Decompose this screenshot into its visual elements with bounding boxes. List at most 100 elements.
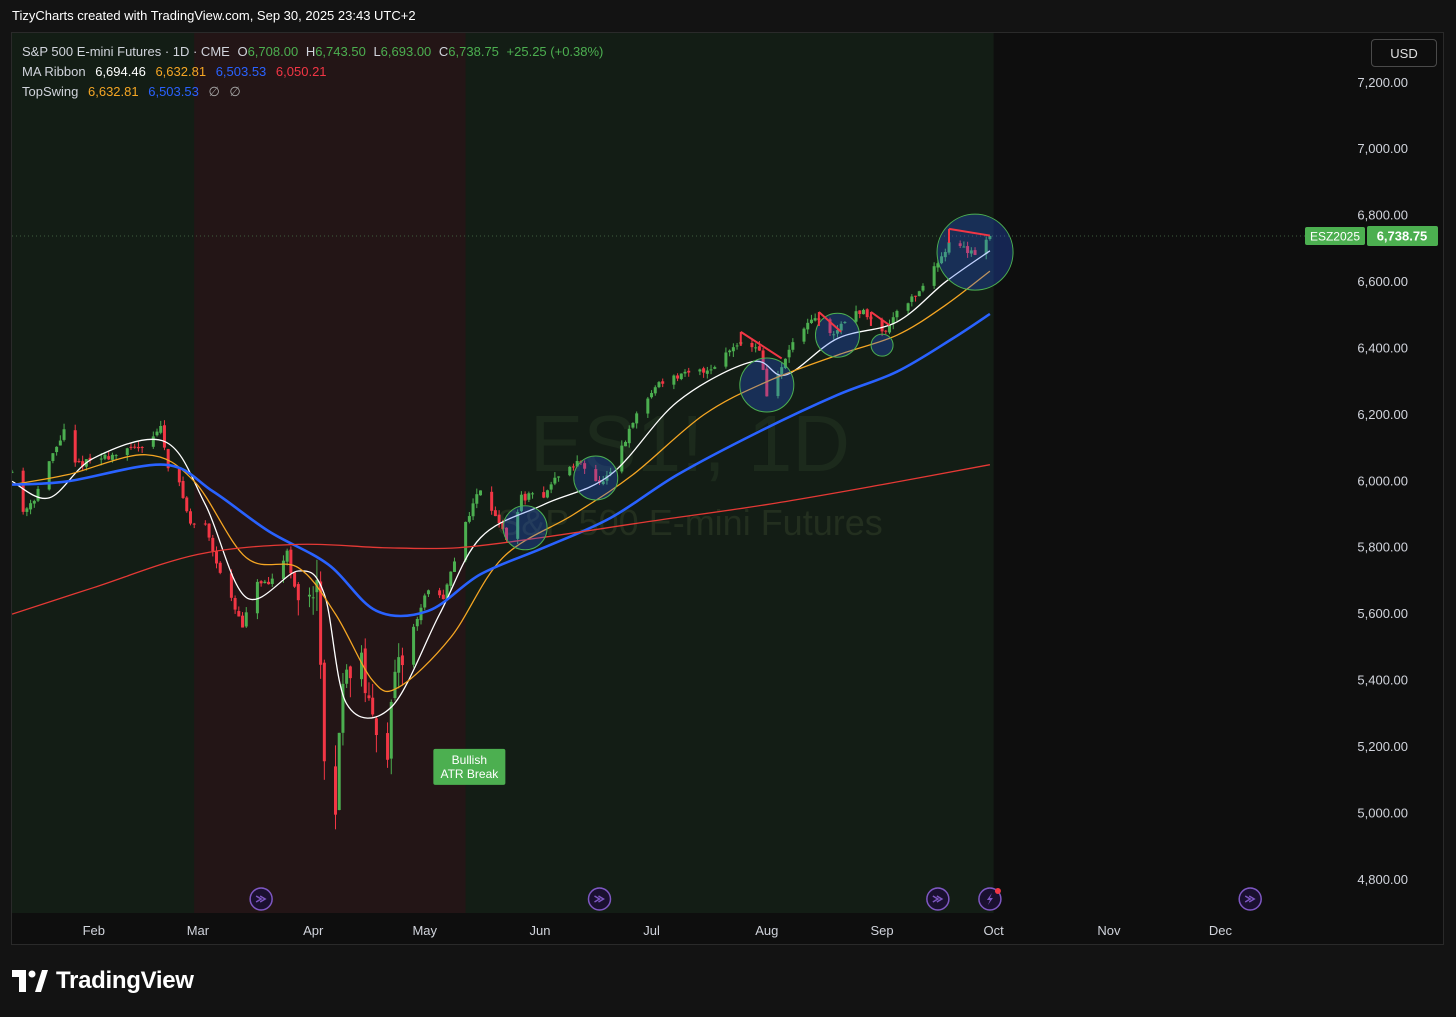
candle-body <box>215 551 219 564</box>
y-tick-label: 5,200.00 <box>1357 739 1408 754</box>
candle-body <box>107 456 111 460</box>
candle-body <box>203 523 207 525</box>
candle-body <box>32 500 36 504</box>
economic-event-icon[interactable] <box>926 887 950 911</box>
candle-body <box>159 425 163 433</box>
currency-button[interactable]: USD <box>1371 39 1437 67</box>
candle-body <box>531 493 535 495</box>
candle-body <box>99 458 103 460</box>
candle-body <box>345 669 349 684</box>
y-tick-label: 6,600.00 <box>1357 274 1408 289</box>
chart-caption-bar: TizyCharts created with TradingView.com,… <box>0 0 1456 32</box>
legend-topswing-v2: 6,503.53 <box>148 84 199 99</box>
y-tick-label: 6,000.00 <box>1357 473 1408 488</box>
regime-band-bearish <box>194 33 470 913</box>
legend-change: +25.25 (+0.38%) <box>506 44 604 59</box>
highlight-circle <box>739 357 795 413</box>
candle-body <box>542 492 546 498</box>
candle-body <box>735 345 739 347</box>
candle-body <box>713 367 717 369</box>
candle-body <box>285 550 289 562</box>
candle-body <box>471 503 475 517</box>
candle-body <box>884 330 888 332</box>
candle-body <box>110 454 114 460</box>
candle-body <box>635 413 639 424</box>
economic-event-icon[interactable] <box>587 887 612 911</box>
candle-body <box>371 697 375 715</box>
y-tick-label: 4,800.00 <box>1357 872 1408 887</box>
candle-body <box>293 572 297 587</box>
symbol-tag-text: ESZ2025 <box>1310 229 1360 243</box>
candle-body <box>270 578 274 584</box>
chart-frame[interactable]: ES1!, 1D S&P 500 E-mini Futures 4,800.00 5,… <box>11 32 1444 945</box>
candle-body <box>51 453 55 461</box>
candle-body <box>754 347 758 349</box>
candle-body <box>705 370 709 374</box>
candle-body <box>114 455 118 457</box>
candle-body <box>177 468 181 483</box>
candle-body <box>386 733 390 760</box>
candle-body <box>731 347 735 352</box>
candle-body <box>452 561 456 572</box>
candle-body <box>791 342 795 350</box>
x-tick-label: Apr <box>303 923 324 938</box>
price-chart[interactable]: ES1!, 1DS&P 500 E-mini Futures4,800.005,… <box>12 33 1443 944</box>
tradingview-logo[interactable]: TradingView <box>12 965 194 997</box>
flash-event-icon[interactable] <box>978 887 1002 911</box>
legend-topswing-v3: ∅ <box>208 84 220 99</box>
candle-body <box>181 480 185 498</box>
legend-ma-ribbon-v3: 6,503.53 <box>215 64 267 79</box>
candle-body <box>129 446 133 448</box>
bullish-atr-label-text: ATR Break <box>440 767 499 781</box>
legend-high: H6,743.50 <box>305 44 366 59</box>
x-tick-label: Dec <box>1209 923 1233 938</box>
candle-body <box>787 349 791 358</box>
candle-body <box>333 766 337 815</box>
legend-symbol-row[interactable]: S&P 500 E-mini Futures · 1D · CME O6,708… <box>22 42 609 62</box>
legend-ma-ribbon-name: MA Ribbon <box>22 64 86 79</box>
candle-body <box>906 303 910 311</box>
candle-body <box>29 503 33 510</box>
candle-body <box>679 373 683 380</box>
highlight-circle <box>814 312 860 358</box>
candle-body <box>493 510 497 517</box>
candle-body <box>917 291 921 297</box>
candle-body <box>415 618 419 627</box>
candle-body <box>133 446 137 448</box>
candle-body <box>650 393 654 398</box>
candle-body <box>73 430 77 463</box>
legend-topswing-name: TopSwing <box>22 84 79 99</box>
candle-body <box>77 461 81 463</box>
economic-event-icon[interactable] <box>1238 887 1262 911</box>
candle-body <box>337 732 341 811</box>
candle-body <box>921 285 925 291</box>
candle-body <box>374 718 378 736</box>
candle-body <box>557 476 561 478</box>
legend-ma-ribbon-row[interactable]: MA Ribbon 6,694.46 6,632.81 6,503.53 6,0… <box>22 62 609 82</box>
candle-body <box>311 597 315 599</box>
candle-body <box>348 666 352 679</box>
chart-caption: TizyCharts created with TradingView.com,… <box>12 8 416 23</box>
candle-body <box>36 488 40 501</box>
candle-body <box>914 295 918 297</box>
x-tick-label: Oct <box>984 923 1005 938</box>
candle-body <box>497 514 501 524</box>
legend-topswing-v1: 6,632.81 <box>88 84 139 99</box>
candle-body <box>467 516 471 522</box>
y-tick-label: 5,000.00 <box>1357 805 1408 820</box>
candle-body <box>151 436 155 447</box>
candle-body <box>549 484 553 490</box>
economic-event-icon[interactable] <box>249 887 273 911</box>
candle-body <box>687 370 691 373</box>
candle-body <box>255 581 259 614</box>
legend-ma-ribbon-v4: 6,050.21 <box>275 64 327 79</box>
candle-body <box>657 382 661 388</box>
candle-body <box>241 615 245 628</box>
candle-body <box>757 346 761 351</box>
candle-body <box>12 471 14 473</box>
candle-body <box>568 466 572 476</box>
legend-open: O6,708.00 <box>237 44 299 59</box>
candle-body <box>802 328 806 342</box>
watermark-name: S&P 500 E-mini Futures <box>497 502 883 543</box>
legend-topswing-row[interactable]: TopSwing 6,632.81 6,503.53 ∅ ∅ <box>22 82 609 102</box>
